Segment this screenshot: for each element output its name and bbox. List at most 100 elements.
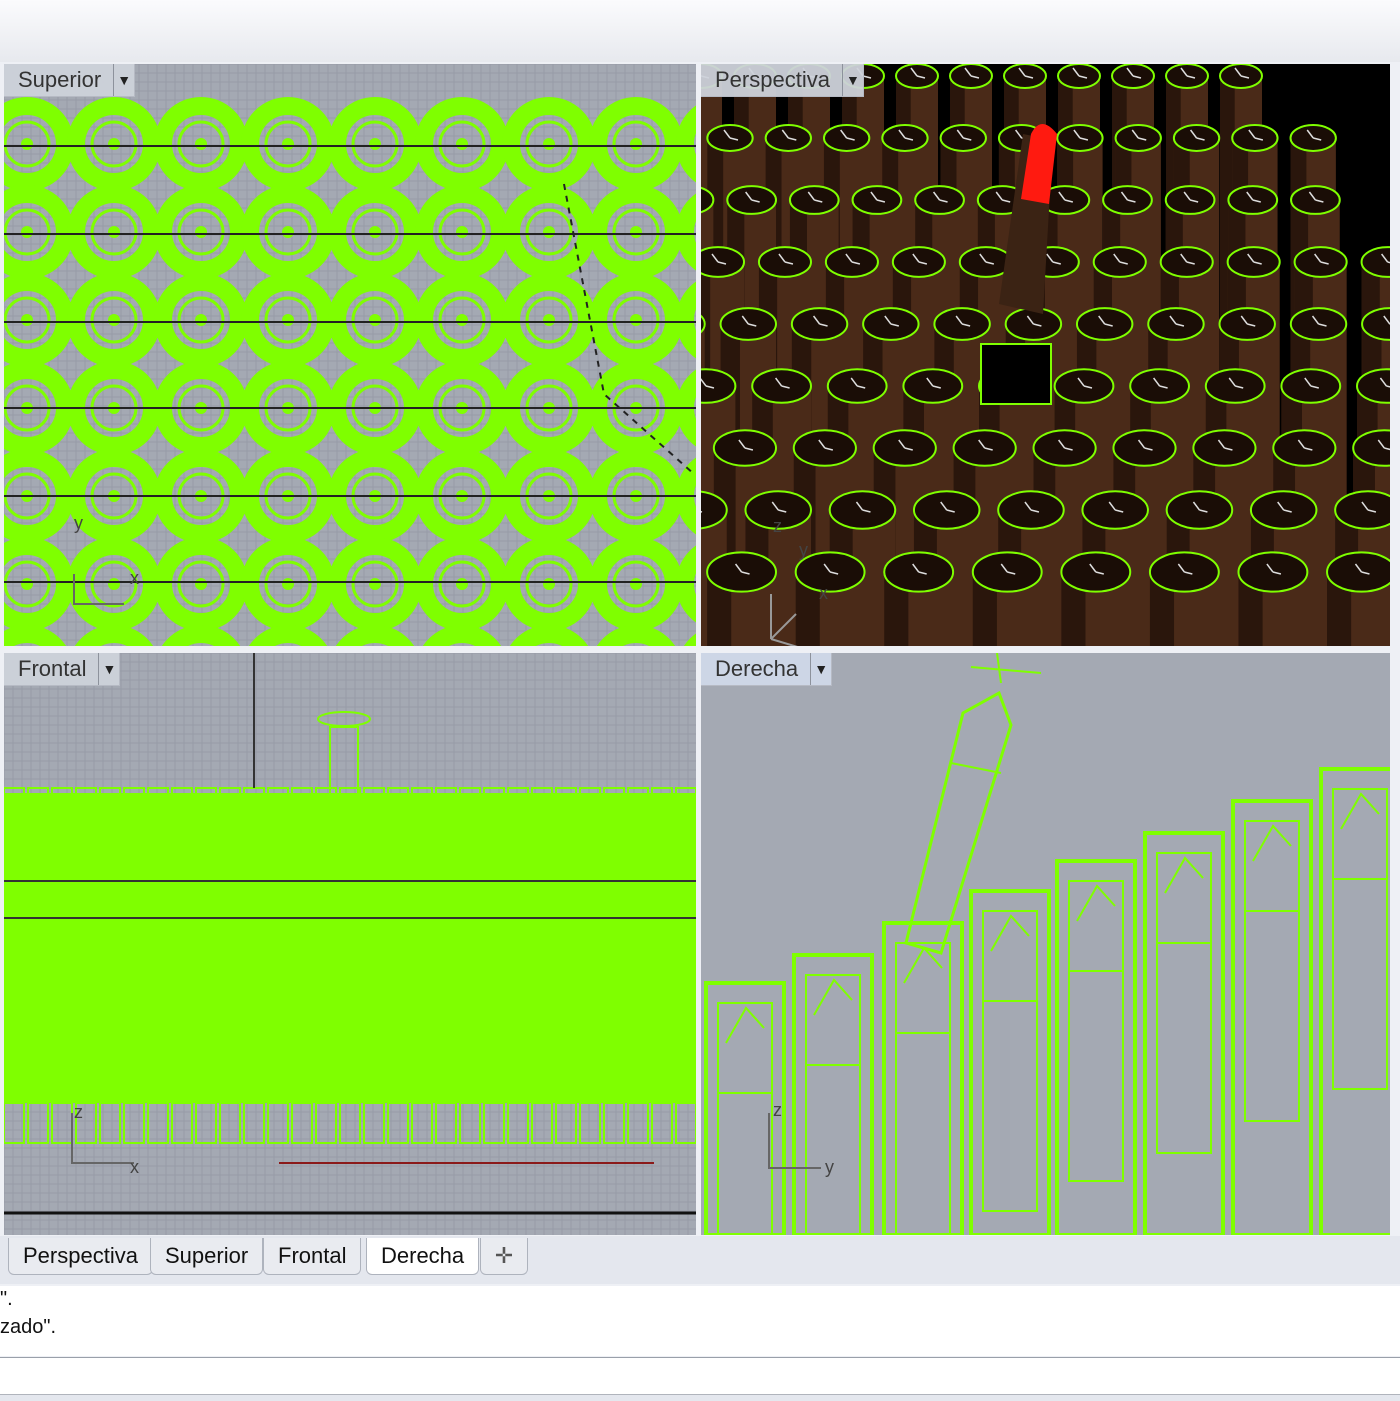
lipstick-outline (369, 226, 381, 238)
lipstick-outline (507, 1102, 529, 1144)
lipstick-outline (335, 625, 415, 646)
lipstick-outline (291, 1102, 313, 1144)
lipstick-outline (579, 1102, 601, 1144)
tab-frontal[interactable]: Frontal (263, 1238, 362, 1275)
lipstick-outline (329, 726, 359, 798)
lipstick-tip (813, 978, 853, 1016)
viewport-title-label: Derecha (715, 656, 799, 681)
lipstick-outline (267, 1102, 289, 1144)
lipstick-outline (456, 314, 468, 326)
lipstick-top (1326, 551, 1390, 593)
viewport-front[interactable]: zx Frontal ▼ (4, 653, 696, 1235)
lipstick-outline (630, 578, 642, 590)
lipstick-outline (651, 1102, 673, 1144)
tab-perspectiva[interactable]: Perspectiva (8, 1238, 153, 1275)
command-history: ". zado". (0, 1286, 1400, 1356)
lipstick-outline (282, 138, 294, 150)
lipstick-outline (543, 226, 555, 238)
top-view-canvas: yx (4, 64, 696, 646)
axis-label: y (825, 1157, 834, 1177)
lipstick-outline (411, 1102, 433, 1144)
lipstick-outline (630, 314, 642, 326)
lipstick-outline (676, 545, 696, 623)
lipstick-outline (195, 314, 207, 326)
tab-superior[interactable]: Superior (150, 1238, 264, 1275)
viewport-title-label: Perspectiva (715, 67, 830, 92)
lipstick-outline (282, 314, 294, 326)
lipstick-outline (369, 138, 381, 150)
lipstick-outline (339, 1102, 361, 1144)
lipstick-outline (195, 1102, 217, 1144)
lipstick-outline (195, 226, 207, 238)
dropdown-arrow-icon[interactable]: ▼ (113, 64, 134, 96)
right-view-canvas: zy (704, 653, 1390, 1235)
lipstick-outline (630, 226, 642, 238)
lipstick-outline (219, 1102, 241, 1144)
lipstick-outline (509, 625, 589, 646)
lipstick-outline (456, 578, 468, 590)
lipstick-tip (1076, 884, 1116, 922)
lipstick-outline (456, 226, 468, 238)
command-history-line: zado". (0, 1316, 57, 1338)
lipstick-outline (147, 1102, 169, 1144)
lipstick-outline (4, 625, 67, 646)
lipstick-outline (483, 1102, 505, 1144)
lipstick-outline (717, 1002, 773, 1235)
lipstick-outline (108, 226, 120, 238)
lipstick-outline (108, 138, 120, 150)
tab-derecha[interactable]: Derecha (366, 1238, 480, 1275)
axis-label: x (130, 568, 139, 588)
axis-label: x (130, 1157, 139, 1177)
command-input[interactable] (0, 1357, 1400, 1394)
dropdown-arrow-icon[interactable]: ▼ (841, 64, 863, 96)
raised-lipstick-ring (950, 762, 1002, 774)
wireframe-mass (4, 793, 696, 1103)
raised-lipstick (904, 690, 1013, 955)
lipstick-outline (363, 1102, 385, 1144)
axis-label: x (819, 583, 828, 603)
lipstick-outline (21, 226, 33, 238)
lipstick-outline (74, 625, 154, 646)
lipstick-outline (123, 1102, 145, 1144)
perspective-view-canvas: zy x (701, 64, 1390, 646)
lipstick-outline (676, 193, 696, 271)
viewport-right[interactable]: zy Derecha ▼ (701, 653, 1390, 1235)
lipstick-outline (21, 314, 33, 326)
lipstick-outline (108, 314, 120, 326)
viewport-tabs: Perspectiva Superior Frontal Derecha ✛ (0, 1236, 1400, 1284)
lipstick-outline (456, 138, 468, 150)
lipstick-outline (21, 578, 33, 590)
lipstick-outline (543, 578, 555, 590)
lipstick-tip (725, 1006, 765, 1044)
lipstick-outline (282, 578, 294, 590)
axis-label: y (74, 513, 83, 533)
lipstick-outline (422, 625, 502, 646)
lipstick-outline (1068, 880, 1124, 1182)
lipstick-outline (982, 910, 1038, 1212)
lipstick-outline (369, 578, 381, 590)
lipstick-outline (676, 105, 696, 183)
viewport-title-front[interactable]: Frontal ▼ (4, 653, 121, 686)
viewport-title-right[interactable]: Derecha ▼ (701, 653, 833, 686)
viewport-top[interactable]: yx Superior ▼ (4, 64, 696, 646)
lipstick-tip (1252, 824, 1292, 862)
viewport-title-label: Frontal (18, 656, 87, 681)
lipstick-tip (990, 914, 1030, 952)
lipstick-outline (555, 1102, 577, 1144)
gumball (970, 653, 1042, 684)
plus-icon[interactable]: ✛ (480, 1238, 528, 1275)
viewport-title-top[interactable]: Superior ▼ (4, 64, 136, 97)
lipstick-outline (21, 138, 33, 150)
lipstick-outline (161, 625, 241, 646)
viewport-title-perspective[interactable]: Perspectiva ▼ (701, 64, 864, 97)
viewport-perspective[interactable]: zy x Perspectiva ▼ (701, 64, 1390, 646)
viewport-title-label: Superior (18, 67, 102, 92)
title-bar (0, 0, 1400, 62)
lipstick-case (980, 343, 1052, 405)
lipstick-outline (4, 1102, 25, 1144)
dropdown-arrow-icon[interactable]: ▼ (810, 653, 831, 685)
lipstick-outline (630, 138, 642, 150)
command-history-line: ". (0, 1288, 13, 1310)
lipstick-outline (51, 1102, 73, 1144)
dropdown-arrow-icon[interactable]: ▼ (98, 653, 119, 685)
